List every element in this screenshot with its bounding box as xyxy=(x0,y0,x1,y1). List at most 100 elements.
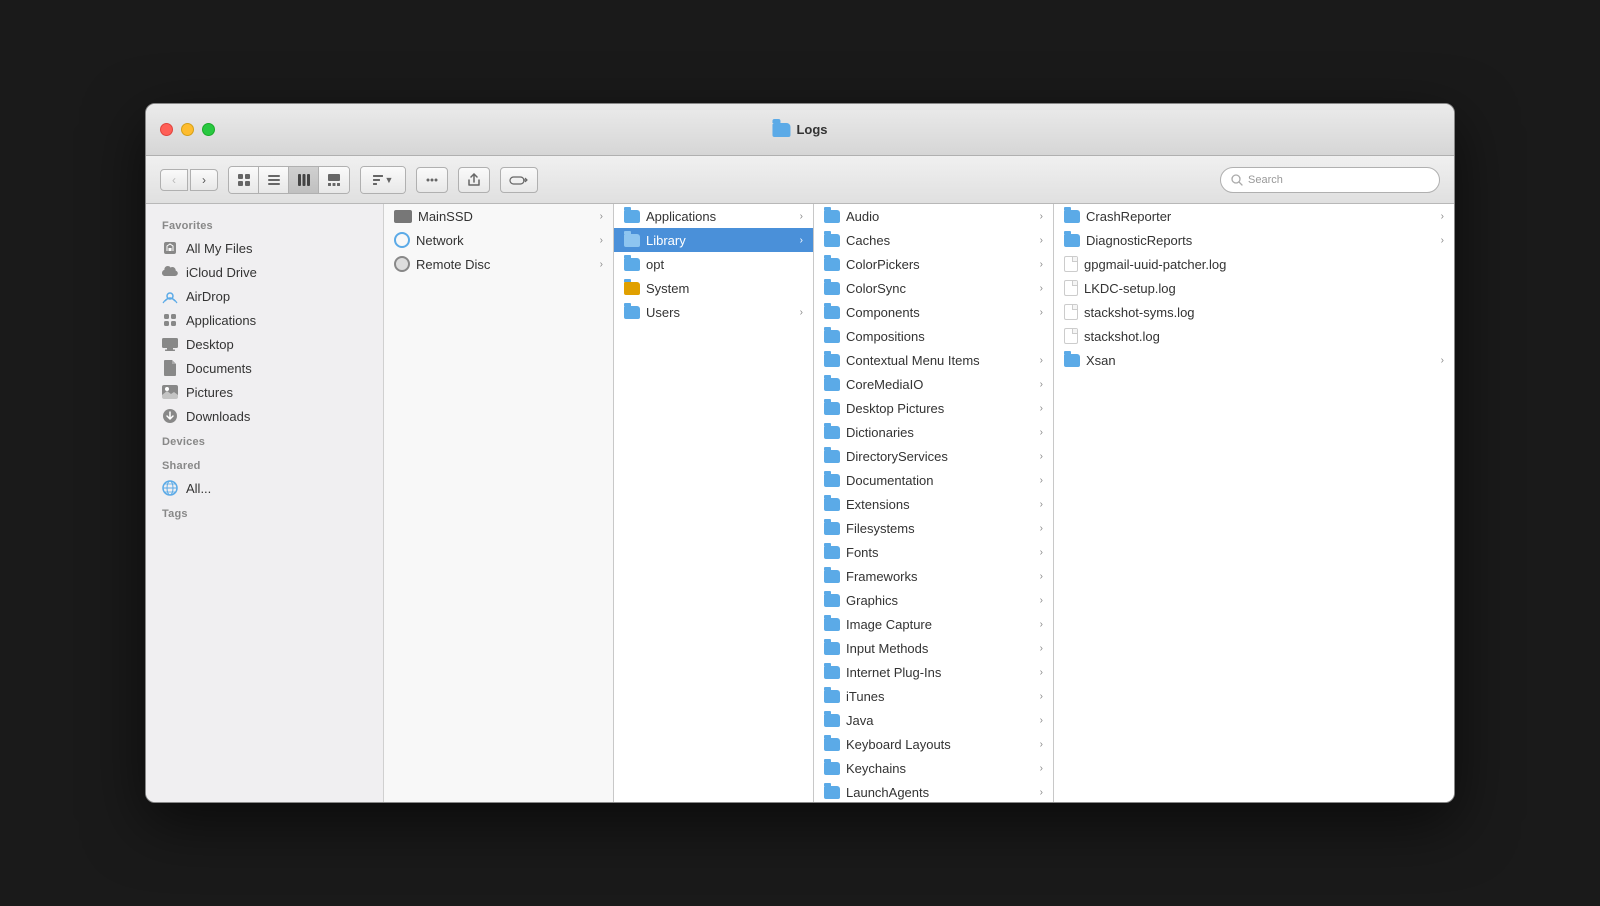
network-icon xyxy=(394,232,410,248)
sidebar-item-all[interactable]: All... xyxy=(146,476,383,500)
back-button[interactable]: ‹ xyxy=(160,169,188,191)
minimize-button[interactable] xyxy=(181,123,194,136)
sidebar-item-applications[interactable]: Applications xyxy=(146,308,383,332)
col3-input-methods-label: Input Methods xyxy=(846,641,928,656)
col2-applications-label: Applications xyxy=(646,209,716,224)
col2-applications[interactable]: Applications › xyxy=(614,204,813,228)
col3-java-label: Java xyxy=(846,713,873,728)
file-icon xyxy=(1064,256,1078,272)
col3-internet-plug-ins-label: Internet Plug-Ins xyxy=(846,665,941,680)
col3-components[interactable]: Components › xyxy=(814,300,1053,324)
col3-frameworks[interactable]: Frameworks › xyxy=(814,564,1053,588)
col3-keychains[interactable]: Keychains › xyxy=(814,756,1053,780)
title-bar-center: Logs xyxy=(772,122,827,137)
action-button[interactable] xyxy=(416,167,448,193)
file-icon xyxy=(1064,328,1078,344)
sidebar-item-airdrop[interactable]: AirDrop xyxy=(146,284,383,308)
close-button[interactable] xyxy=(160,123,173,136)
columns-area: MainSSD › Network › Remote Disc › xyxy=(384,204,1454,802)
col2-system[interactable]: System xyxy=(614,276,813,300)
sidebar-item-all-my-files[interactable]: All My Files xyxy=(146,236,383,260)
col3-desktop-pictures[interactable]: Desktop Pictures › xyxy=(814,396,1053,420)
col3-caches[interactable]: Caches › xyxy=(814,228,1053,252)
col3-keyboard-layouts[interactable]: Keyboard Layouts › xyxy=(814,732,1053,756)
maximize-button[interactable] xyxy=(202,123,215,136)
disc-icon xyxy=(394,256,410,272)
drive-icon xyxy=(394,210,412,223)
sidebar-item-pictures[interactable]: Pictures xyxy=(146,380,383,404)
chevron-icon: › xyxy=(1040,571,1043,582)
col4-stackshot[interactable]: stackshot.log xyxy=(1054,324,1454,348)
chevron-icon: › xyxy=(600,211,603,222)
folder-icon xyxy=(824,210,840,223)
folder-icon xyxy=(624,234,640,247)
chevron-icon: › xyxy=(1040,499,1043,510)
col3-directoryservices[interactable]: DirectoryServices › xyxy=(814,444,1053,468)
col3-image-capture[interactable]: Image Capture › xyxy=(814,612,1053,636)
cloud-icon xyxy=(162,264,178,280)
column-2: Applications › Library › opt System xyxy=(614,204,814,802)
col4-stackshot-syms[interactable]: stackshot-syms.log xyxy=(1054,300,1454,324)
search-box[interactable]: Search xyxy=(1220,167,1440,193)
cover-flow-button[interactable] xyxy=(319,167,349,193)
col3-compositions[interactable]: Compositions xyxy=(814,324,1053,348)
col3-graphics[interactable]: Graphics › xyxy=(814,588,1053,612)
col3-launchagents[interactable]: LaunchAgents › xyxy=(814,780,1053,802)
col3-filesystems[interactable]: Filesystems › xyxy=(814,516,1053,540)
forward-button[interactable]: › xyxy=(190,169,218,191)
col3-audio[interactable]: Audio › xyxy=(814,204,1053,228)
column-3: Audio › Caches › ColorPickers › ColorSyn… xyxy=(814,204,1054,802)
sidebar-item-icloud-drive[interactable]: iCloud Drive xyxy=(146,260,383,284)
sidebar-item-documents[interactable]: Documents xyxy=(146,356,383,380)
col4-gpgmail[interactable]: gpgmail-uuid-patcher.log xyxy=(1054,252,1454,276)
col4-diagnostic-reports[interactable]: DiagnosticReports › xyxy=(1054,228,1454,252)
label-button[interactable] xyxy=(500,167,538,193)
col3-extensions-label: Extensions xyxy=(846,497,910,512)
col3-coremediaio[interactable]: CoreMediaIO › xyxy=(814,372,1053,396)
col2-users-label: Users xyxy=(646,305,680,320)
folder-icon xyxy=(824,402,840,415)
col4-lkdc-setup-label: LKDC-setup.log xyxy=(1084,281,1176,296)
col3-contextual-menu-items[interactable]: Contextual Menu Items › xyxy=(814,348,1053,372)
network-globe-icon xyxy=(162,480,178,496)
share-button[interactable] xyxy=(458,167,490,193)
col1-network[interactable]: Network › xyxy=(384,228,613,252)
sidebar-devices-header: Devices xyxy=(146,428,383,452)
chevron-icon: › xyxy=(1040,691,1043,702)
column-4: CrashReporter › DiagnosticReports › gpgm… xyxy=(1054,204,1454,802)
col3-extensions[interactable]: Extensions › xyxy=(814,492,1053,516)
list-view-button[interactable] xyxy=(259,167,289,193)
chevron-icon: › xyxy=(600,259,603,270)
col3-dictionaries[interactable]: Dictionaries › xyxy=(814,420,1053,444)
col2-library[interactable]: Library › xyxy=(614,228,813,252)
col3-documentation-label: Documentation xyxy=(846,473,933,488)
col3-input-methods[interactable]: Input Methods › xyxy=(814,636,1053,660)
col3-itunes[interactable]: iTunes › xyxy=(814,684,1053,708)
col3-internet-plug-ins[interactable]: Internet Plug-Ins › xyxy=(814,660,1053,684)
col1-remote-disc[interactable]: Remote Disc › xyxy=(384,252,613,276)
col3-documentation[interactable]: Documentation › xyxy=(814,468,1053,492)
col4-lkdc-setup[interactable]: LKDC-setup.log xyxy=(1054,276,1454,300)
col1-mainssd[interactable]: MainSSD › xyxy=(384,204,613,228)
folder-icon xyxy=(624,282,640,295)
toolbar: ‹ › xyxy=(146,156,1454,204)
sidebar-item-desktop[interactable]: Desktop xyxy=(146,332,383,356)
col3-colorpickers[interactable]: ColorPickers › xyxy=(814,252,1053,276)
desktop-icon xyxy=(162,336,178,352)
col2-users[interactable]: Users › xyxy=(614,300,813,324)
folder-icon xyxy=(824,570,840,583)
sidebar-label-documents: Documents xyxy=(186,361,252,376)
col3-colorsync[interactable]: ColorSync › xyxy=(814,276,1053,300)
sidebar-item-downloads[interactable]: Downloads xyxy=(146,404,383,428)
icon-view-button[interactable] xyxy=(229,167,259,193)
col3-fonts[interactable]: Fonts › xyxy=(814,540,1053,564)
col3-filesystems-label: Filesystems xyxy=(846,521,915,536)
col4-crashreporter[interactable]: CrashReporter › xyxy=(1054,204,1454,228)
col3-components-label: Components xyxy=(846,305,920,320)
col3-java[interactable]: Java › xyxy=(814,708,1053,732)
arrange-dropdown-button[interactable]: ▼ xyxy=(361,167,405,193)
column-view-button[interactable] xyxy=(289,167,319,193)
col4-xsan[interactable]: Xsan › xyxy=(1054,348,1454,372)
sidebar-label-all: All... xyxy=(186,481,211,496)
col2-opt[interactable]: opt xyxy=(614,252,813,276)
